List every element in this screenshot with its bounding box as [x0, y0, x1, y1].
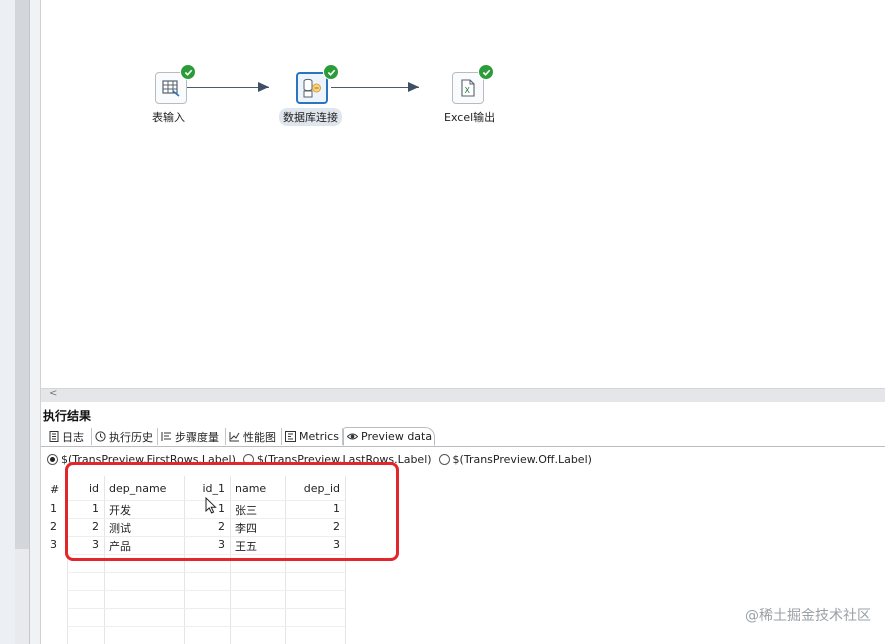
- hop-2[interactable]: [331, 87, 419, 88]
- step-2-label[interactable]: 数据库连接: [279, 108, 342, 126]
- svg-text:X: X: [465, 86, 471, 95]
- hop-1-arrow-icon: [258, 82, 269, 92]
- radio-off[interactable]: $(TransPreview.Off.Label): [438, 452, 592, 466]
- step-2-success-icon: [323, 64, 339, 80]
- step-1-label[interactable]: 表输入: [152, 109, 185, 125]
- tab-metrics-label: Metrics: [299, 430, 339, 443]
- row-number: 1: [50, 502, 57, 515]
- tab-history-label: 执行历史: [109, 430, 153, 444]
- highlight-annotation-box: [65, 462, 399, 561]
- metrics-icon: [285, 431, 296, 442]
- tab-history[interactable]: 执行历史: [92, 428, 158, 445]
- scroll-left-icon[interactable]: <: [49, 388, 57, 399]
- left-gutter: [0, 0, 15, 644]
- radio-off-label: $(TransPreview.Off.Label): [452, 452, 592, 466]
- row-separator: [67, 626, 345, 627]
- vertical-scrollbar-track: [15, 549, 29, 644]
- tab-performance-graph[interactable]: 性能图: [226, 428, 282, 445]
- history-icon: [95, 431, 106, 442]
- tab-step-metrics-label: 步骤度量: [175, 430, 219, 444]
- database-join-icon: [303, 78, 321, 98]
- radio-first-rows-indicator[interactable]: [47, 453, 58, 465]
- gutter-strip: [30, 0, 40, 644]
- results-panel-title: 执行结果: [43, 409, 92, 423]
- canvas-horizontal-scrollbar[interactable]: <: [41, 388, 885, 402]
- row-separator: [67, 590, 345, 591]
- col-header-rownum[interactable]: #: [50, 483, 59, 496]
- row-number: 3: [50, 538, 57, 551]
- tab-log-label: 日志: [62, 430, 84, 444]
- eye-icon: [347, 431, 358, 442]
- step-3-success-icon: [478, 64, 494, 80]
- step-database-join[interactable]: [296, 72, 328, 104]
- watermark: @稀土掘金技术社区: [745, 608, 871, 624]
- results-tab-bar: 日志 执行历史 步骤度量 性能图 Metrics Preview data: [41, 427, 885, 447]
- row-separator: [67, 608, 345, 609]
- log-icon: [48, 431, 59, 442]
- row-number: 2: [50, 520, 57, 533]
- vertical-scrollbar[interactable]: [15, 0, 29, 549]
- tab-performance-graph-label: 性能图: [243, 430, 276, 444]
- excel-output-icon: X: [461, 79, 475, 97]
- radio-off-indicator[interactable]: [438, 453, 450, 465]
- transformation-canvas[interactable]: 表输入 数据库连接 X Excel输出: [41, 0, 885, 388]
- tab-log[interactable]: 日志: [45, 428, 92, 445]
- hop-1[interactable]: [187, 87, 269, 88]
- row-separator: [67, 572, 345, 573]
- table-input-icon: [162, 80, 180, 97]
- step-1-success-icon: [180, 64, 196, 80]
- hop-2-arrow-icon: [408, 82, 419, 92]
- tab-preview-data[interactable]: Preview data: [343, 427, 435, 446]
- performance-graph-icon: [229, 431, 240, 442]
- step-3-label[interactable]: Excel输出: [444, 109, 495, 125]
- step-metrics-icon: [161, 431, 172, 442]
- tab-preview-data-label: Preview data: [361, 430, 433, 443]
- tab-step-metrics[interactable]: 步骤度量: [158, 428, 226, 445]
- mouse-cursor-icon: [205, 497, 217, 514]
- tab-metrics[interactable]: Metrics: [282, 428, 343, 445]
